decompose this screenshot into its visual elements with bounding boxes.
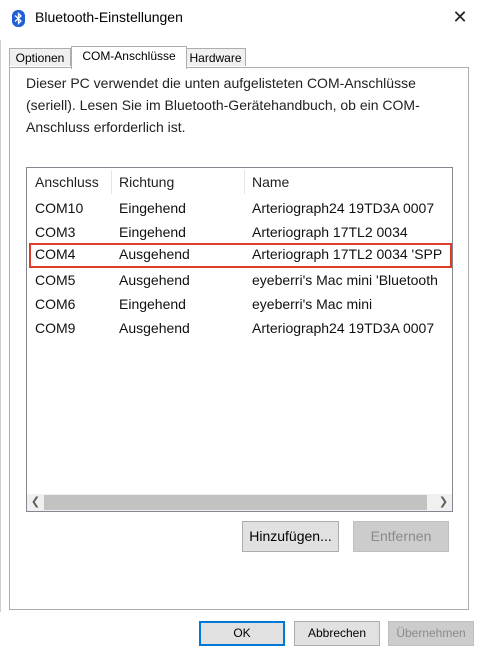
horizontal-scrollbar[interactable]: ❮ ❯ <box>27 494 452 511</box>
scrollbar-thumb[interactable] <box>44 495 427 510</box>
ok-button[interactable]: OK <box>199 621 285 646</box>
column-header-richtung[interactable]: Richtung <box>111 168 244 196</box>
table-row[interactable]: COM6 Eingehend eyeberri's Mac mini <box>29 293 452 316</box>
name-cell: eyeberri's Mac mini 'Bluetooth <box>252 272 438 288</box>
column-header-anschluss[interactable]: Anschluss <box>27 168 111 196</box>
port-cell: COM3 <box>35 224 76 240</box>
window-left-edge <box>0 40 1 654</box>
name-cell: Arteriograph 17TL2 0034 'SPP <box>252 246 443 262</box>
chevron-left-icon[interactable]: ❮ <box>27 494 44 511</box>
table-row-highlighted[interactable]: COM4 Ausgehend Arteriograph 17TL2 0034 '… <box>29 243 452 268</box>
chevron-right-icon[interactable]: ❯ <box>435 494 452 511</box>
direction-cell: Eingehend <box>119 200 186 216</box>
name-cell: Arteriograph 17TL2 0034 <box>252 224 408 240</box>
tab-com-anschluesse[interactable]: COM-Anschlüsse <box>71 46 187 69</box>
port-cell: COM9 <box>35 320 76 336</box>
direction-cell: Ausgehend <box>119 272 190 288</box>
bluetooth-icon <box>12 10 25 27</box>
direction-cell: Eingehend <box>119 296 186 312</box>
tab-optionen[interactable]: Optionen <box>9 48 71 66</box>
table-row[interactable]: COM3 Eingehend Arteriograph 17TL2 0034 <box>29 221 452 244</box>
list-header: Anschluss Richtung Name <box>27 168 452 196</box>
direction-cell: Ausgehend <box>119 320 190 336</box>
tab-hardware[interactable]: Hardware <box>185 48 246 66</box>
direction-cell: Eingehend <box>119 224 186 240</box>
add-button[interactable]: Hinzufügen... <box>242 521 339 552</box>
tab-panel: Dieser PC verwendet die unten aufgeliste… <box>9 67 469 610</box>
title-bar: Bluetooth-Einstellungen ✕ <box>0 0 480 34</box>
table-row[interactable]: COM9 Ausgehend Arteriograph24 19TD3A 000… <box>29 317 452 340</box>
table-row[interactable]: COM5 Ausgehend eyeberri's Mac mini 'Blue… <box>29 269 452 292</box>
name-cell: eyeberri's Mac mini <box>252 296 373 312</box>
port-cell: COM6 <box>35 296 76 312</box>
port-cell: COM10 <box>35 200 84 216</box>
close-icon[interactable]: ✕ <box>446 5 474 29</box>
name-cell: Arteriograph24 19TD3A 0007 <box>252 200 435 216</box>
port-cell: COM5 <box>35 272 76 288</box>
window-title: Bluetooth-Einstellungen <box>35 9 183 25</box>
remove-button[interactable]: Entfernen <box>353 521 449 552</box>
table-row[interactable]: COM10 Eingehend Arteriograph24 19TD3A 00… <box>29 197 452 220</box>
name-cell: Arteriograph24 19TD3A 0007 <box>252 320 435 336</box>
com-port-list[interactable]: Anschluss Richtung Name COM10 Eingehend … <box>26 167 453 512</box>
cancel-button[interactable]: Abbrechen <box>294 621 380 646</box>
apply-button[interactable]: Übernehmen <box>388 621 474 646</box>
description-text: Dieser PC verwendet die unten aufgeliste… <box>26 75 420 135</box>
column-header-name[interactable]: Name <box>244 168 452 196</box>
port-cell: COM4 <box>35 246 76 262</box>
dialog-button-bar: OK Abbrechen Übernehmen <box>0 612 480 654</box>
direction-cell: Ausgehend <box>119 246 190 262</box>
